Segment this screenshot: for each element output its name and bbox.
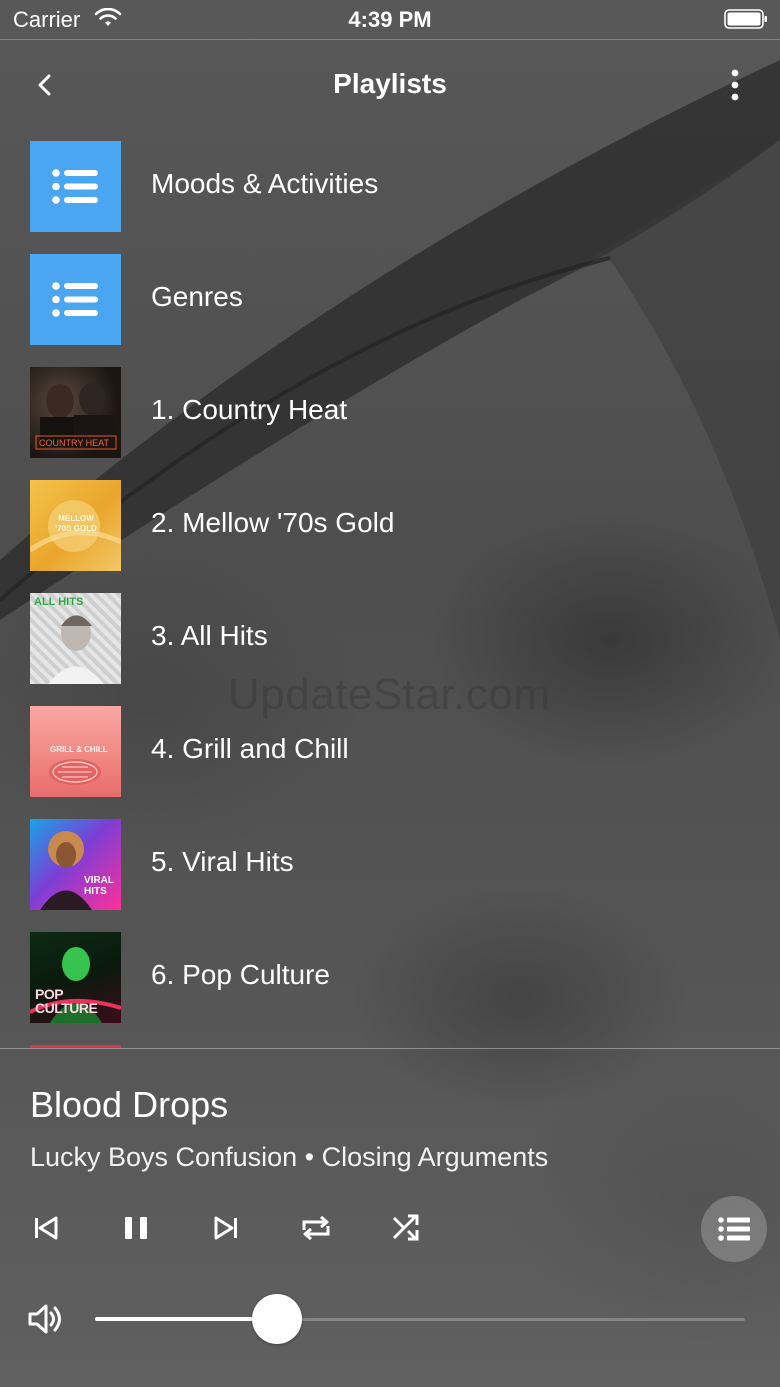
- list-item-moods-activities[interactable]: Moods & Activities: [0, 130, 780, 243]
- cover-title: VIRAL HITS: [84, 875, 114, 897]
- volume-fill: [95, 1317, 277, 1321]
- playlist-cover: VIRAL HITS: [30, 819, 121, 910]
- list-item-label: 3. All Hits: [151, 620, 268, 651]
- track-title: Blood Drops: [30, 1084, 229, 1125]
- queue-button[interactable]: [701, 1196, 767, 1262]
- status-bar: Carrier 4:39 PM: [0, 0, 780, 40]
- list-item-viral-hits[interactable]: VIRAL HITS 5. Viral Hits: [0, 808, 780, 921]
- list-item-label: 1. Country Heat: [151, 394, 348, 425]
- list-item-genres[interactable]: Genres: [0, 243, 780, 356]
- pause-icon[interactable]: [116, 1208, 156, 1248]
- cover-title: POP CULTURE: [35, 986, 98, 1016]
- player-divider: [0, 1048, 780, 1049]
- list-item-label: 6. Pop Culture: [151, 959, 330, 990]
- cover-title: COUNTRY HEAT: [39, 438, 110, 448]
- shuffle-icon[interactable]: [386, 1208, 426, 1248]
- clock: 4:39 PM: [348, 7, 432, 32]
- volume-thumb[interactable]: [252, 1294, 302, 1344]
- navigation-bar: Playlists: [0, 40, 780, 130]
- list-icon: [52, 169, 98, 204]
- cover-title: ALL HITS: [34, 596, 84, 608]
- list-item-pop-culture[interactable]: POP CULTURE 6. Pop Culture: [0, 921, 780, 1034]
- watermark: UpdateStar.com: [228, 670, 551, 719]
- repeat-icon[interactable]: [296, 1208, 336, 1248]
- list-thumb: [30, 254, 121, 345]
- list-item-country-heat[interactable]: COUNTRY HEAT 1. Country Heat: [0, 356, 780, 469]
- playlist-cover: COUNTRY HEAT: [30, 367, 121, 458]
- playlist-cover: ALL HITS: [30, 593, 121, 684]
- volume-slider[interactable]: [95, 1294, 745, 1344]
- next-icon[interactable]: [206, 1208, 246, 1248]
- playlist-cover: MELLOW '70S GOLD: [30, 480, 121, 571]
- list-icon: [52, 282, 98, 317]
- playlist-cover: POP CULTURE: [30, 932, 121, 1023]
- list-item-label: 5. Viral Hits: [151, 846, 294, 877]
- cover-title: MELLOW '70S GOLD: [55, 514, 97, 533]
- track-artist-album: Lucky Boys Confusion • Closing Arguments: [30, 1142, 549, 1172]
- list-thumb: [30, 141, 121, 232]
- page-title: Playlists: [333, 68, 447, 99]
- playlist-list: Moods & Activities Genres COUNTRY HEAT 1…: [0, 130, 780, 1048]
- previous-icon[interactable]: [26, 1208, 66, 1248]
- list-item-mellow-70s-gold[interactable]: MELLOW '70S GOLD 2. Mellow '70s Gold: [0, 469, 780, 582]
- list-item-label: 4. Grill and Chill: [151, 733, 349, 764]
- list-item-label: Genres: [151, 281, 243, 312]
- battery-icon: [724, 9, 767, 29]
- queue-icon: [718, 1217, 750, 1241]
- cover-title: GRILL & CHILL: [50, 745, 108, 754]
- playlist-cover: GRILL & CHILL: [30, 706, 121, 797]
- more-vertical-icon[interactable]: [718, 66, 752, 104]
- volume-icon: [28, 1304, 61, 1334]
- list-item-label: 2. Mellow '70s Gold: [151, 507, 395, 538]
- list-item-partial[interactable]: [0, 1034, 780, 1048]
- list-item-label: Moods & Activities: [151, 168, 379, 199]
